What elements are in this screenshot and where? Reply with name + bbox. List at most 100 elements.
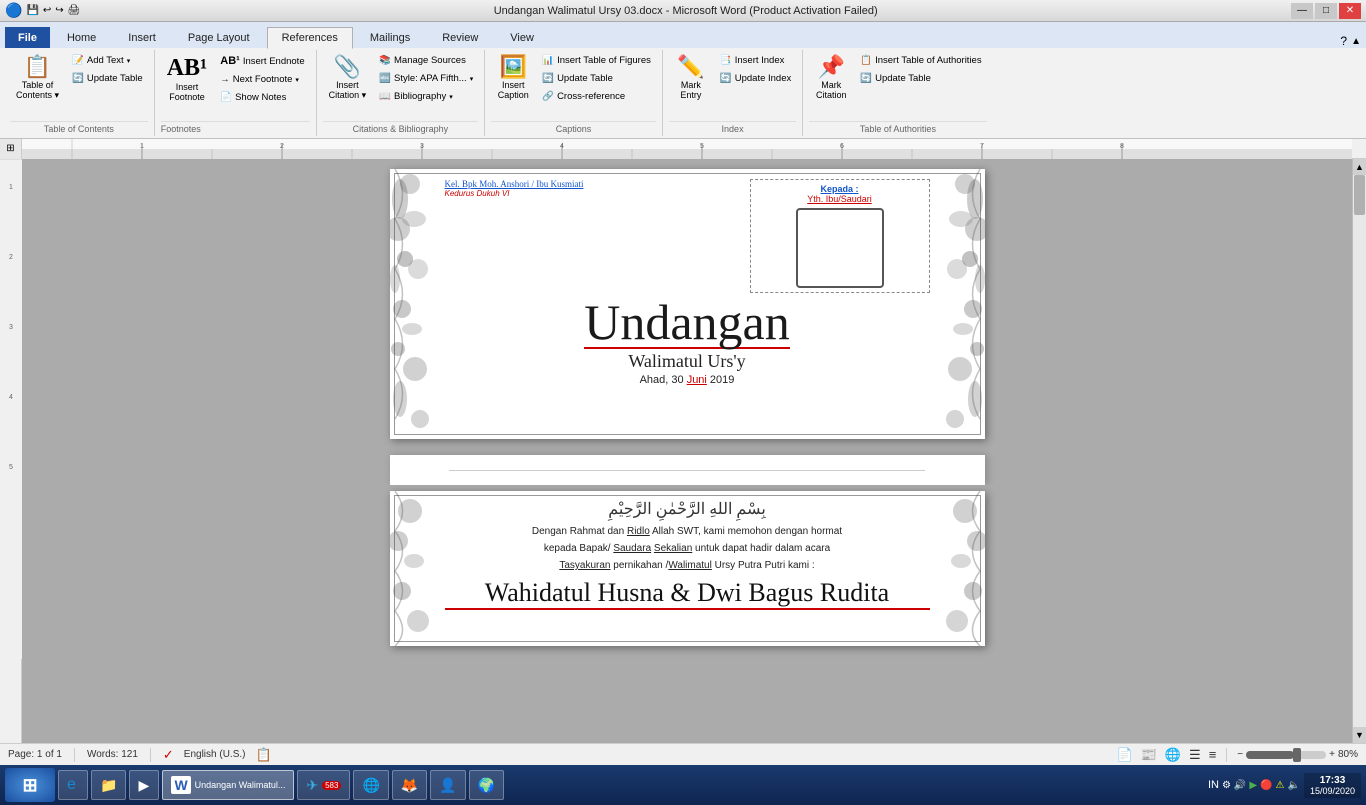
cross-reference-label: Cross-reference bbox=[557, 91, 625, 102]
cross-reference-button[interactable]: 🔗 Cross-reference bbox=[537, 88, 656, 105]
add-text-button[interactable]: 📝 Add Text ▾ bbox=[67, 52, 148, 69]
svg-text:5: 5 bbox=[700, 143, 704, 150]
spell-check-icon[interactable]: ✓ bbox=[163, 747, 174, 763]
tray-volume[interactable]: 🔈 bbox=[1288, 780, 1300, 791]
tab-mailings[interactable]: Mailings bbox=[355, 27, 425, 48]
captions-group-label: Captions bbox=[491, 121, 656, 134]
ruler-area: ⊞ 1 2 3 4 5 6 7 bbox=[0, 139, 1366, 159]
scroll-up-button[interactable]: ▲ bbox=[1353, 159, 1366, 175]
insert-caption-button[interactable]: 🖼️ InsertCaption bbox=[491, 52, 535, 104]
word-taskbar-icon: W bbox=[171, 776, 190, 794]
ribbon-group-toc: 📋 Table ofContents ▾ 📝 Add Text ▾ 🔄 Upda… bbox=[4, 50, 155, 136]
bibliography-button[interactable]: 📖 Bibliography ▾ bbox=[374, 88, 478, 105]
ribbon-content: 📋 Table ofContents ▾ 📝 Add Text ▾ 🔄 Upda… bbox=[0, 48, 1366, 138]
insert-footnote-button[interactable]: AB¹ InsertFootnote bbox=[161, 52, 214, 106]
insert-endnote-button[interactable]: AB¹ Insert Endnote bbox=[215, 52, 309, 70]
view-web[interactable]: 🌐 bbox=[1165, 747, 1181, 763]
taskbar-explorer[interactable]: 📁 bbox=[91, 770, 126, 800]
taskbar-telegram[interactable]: ✈ 583 bbox=[297, 770, 350, 800]
ribbon-group-captions: 🖼️ InsertCaption 📊 Insert Table of Figur… bbox=[485, 50, 663, 136]
mark-citation-button[interactable]: 📌 MarkCitation bbox=[809, 52, 853, 104]
tray-icon-3[interactable]: ▶ bbox=[1249, 780, 1257, 791]
scrollbar-track[interactable] bbox=[1353, 175, 1366, 727]
tray-icon-5[interactable]: ⚠ bbox=[1276, 780, 1285, 791]
zoom-in-button[interactable]: + bbox=[1329, 749, 1335, 760]
view-outline[interactable]: ☰ bbox=[1189, 747, 1201, 763]
update-index-button[interactable]: 🔄 Update Index bbox=[715, 70, 796, 87]
quick-access-save[interactable]: 💾 bbox=[26, 5, 38, 16]
quick-access-redo[interactable]: ↪ bbox=[55, 5, 63, 16]
mark-entry-button[interactable]: ✏️ MarkEntry bbox=[669, 52, 713, 104]
zoom-controls[interactable]: − + 80% bbox=[1237, 749, 1358, 760]
style-button[interactable]: 🔤 Style: APA Fifth... ▾ bbox=[374, 70, 478, 87]
view-print[interactable]: 📄 bbox=[1116, 747, 1132, 763]
scroll-down-button[interactable]: ▼ bbox=[1353, 727, 1366, 743]
quick-access-undo[interactable]: ↩ bbox=[43, 5, 51, 16]
update-table-captions-button[interactable]: 🔄 Update Table bbox=[537, 70, 656, 87]
quick-access-print[interactable]: 🖨 bbox=[68, 5, 81, 16]
ribbon-group-toc-inner: 📋 Table ofContents ▾ 📝 Add Text ▾ 🔄 Upda… bbox=[10, 52, 148, 119]
update-table-button[interactable]: 🔄 Update Table bbox=[67, 70, 148, 87]
kepada-value: Yth. Ibu/Saudari bbox=[759, 194, 921, 204]
style-label: Style: APA Fifth... bbox=[394, 73, 467, 84]
taskbar-firefox[interactable]: 🦊 bbox=[392, 770, 427, 800]
taskbar-ie[interactable]: e bbox=[58, 770, 88, 800]
close-button[interactable]: ✕ bbox=[1339, 3, 1361, 19]
taskbar-user[interactable]: 👤 bbox=[430, 770, 465, 800]
tab-insert[interactable]: Insert bbox=[113, 27, 171, 48]
tab-review[interactable]: Review bbox=[427, 27, 493, 48]
minimize-button[interactable]: — bbox=[1291, 3, 1313, 19]
tray-icon-1[interactable]: ⚙ bbox=[1222, 780, 1231, 791]
tab-home[interactable]: Home bbox=[52, 27, 111, 48]
show-notes-button[interactable]: 📄 Show Notes bbox=[215, 89, 309, 106]
zoom-out-button[interactable]: − bbox=[1237, 749, 1243, 760]
tray-network[interactable]: IN bbox=[1208, 779, 1219, 791]
taskbar-chrome[interactable]: 🌐 bbox=[353, 770, 388, 800]
insert-table-figures-button[interactable]: 📊 Insert Table of Figures bbox=[537, 52, 656, 69]
update-index-icon: 🔄 bbox=[720, 73, 732, 84]
ruler-corner[interactable]: ⊞ bbox=[0, 139, 22, 159]
ribbon-minimize[interactable]: ▲ bbox=[1351, 36, 1361, 47]
svg-text:6: 6 bbox=[840, 143, 844, 150]
taskbar-word[interactable]: W Undangan Walimatul... bbox=[162, 770, 294, 800]
tab-references[interactable]: References bbox=[267, 27, 353, 49]
maximize-button[interactable]: □ bbox=[1315, 3, 1337, 19]
insert-table-authorities-button[interactable]: 📋 Insert Table of Authorities bbox=[855, 52, 986, 69]
invitation-title-block: Undangan bbox=[445, 297, 930, 349]
language-status[interactable]: English (U.S.) bbox=[184, 749, 246, 760]
tray-icon-4[interactable]: 🔴 bbox=[1260, 780, 1272, 791]
update-table-authorities-button[interactable]: 🔄 Update Table bbox=[855, 70, 986, 87]
bibliography-icon: 📖 bbox=[379, 91, 391, 102]
taskbar-network[interactable]: 🌍 bbox=[469, 770, 504, 800]
insert-index-label: Insert Index bbox=[735, 55, 785, 66]
scroll-area[interactable]: Kel. Bpk Moh. Anshori / Ibu Kusmiati Ked… bbox=[22, 159, 1352, 743]
view-draft[interactable]: ≡ bbox=[1209, 747, 1217, 762]
insert-citation-button[interactable]: 📎 InsertCitation ▾ bbox=[323, 52, 373, 105]
zoom-handle[interactable] bbox=[1293, 748, 1301, 762]
zoom-level[interactable]: 80% bbox=[1338, 749, 1358, 760]
tab-page-layout[interactable]: Page Layout bbox=[173, 27, 265, 48]
style-icon: 🔤 bbox=[379, 73, 391, 84]
next-footnote-button[interactable]: → Next Footnote ▾ bbox=[215, 71, 309, 88]
update-captions-icon: 🔄 bbox=[542, 73, 554, 84]
vertical-scrollbar[interactable]: ▲ ▼ bbox=[1352, 159, 1366, 743]
start-button[interactable]: ⊞ bbox=[5, 768, 55, 802]
table-of-contents-button[interactable]: 📋 Table ofContents ▾ bbox=[10, 52, 65, 105]
citations-small-btns: 📚 Manage Sources 🔤 Style: APA Fifth... ▾… bbox=[374, 52, 478, 105]
insert-index-button[interactable]: 📑 Insert Index bbox=[715, 52, 796, 69]
tab-view[interactable]: View bbox=[495, 27, 549, 48]
tab-file[interactable]: File bbox=[5, 27, 50, 48]
taskbar-clock[interactable]: 17:33 15/09/2020 bbox=[1304, 773, 1361, 798]
taskbar-media[interactable]: ▶ bbox=[129, 770, 159, 800]
footnote-icon: AB¹ bbox=[167, 56, 208, 80]
track-changes-icon[interactable]: 📋 bbox=[255, 747, 271, 763]
tray-icon-2[interactable]: 🔊 bbox=[1234, 780, 1246, 791]
zoom-slider[interactable] bbox=[1246, 751, 1326, 759]
windows-logo: ⊞ bbox=[22, 775, 37, 796]
view-full[interactable]: 📰 bbox=[1141, 747, 1157, 763]
update-auth-icon: 🔄 bbox=[860, 73, 872, 84]
ribbon-help[interactable]: ? bbox=[1340, 34, 1347, 48]
manage-sources-button[interactable]: 📚 Manage Sources bbox=[374, 52, 478, 69]
scrollbar-thumb[interactable] bbox=[1354, 175, 1365, 215]
status-sep-1 bbox=[74, 748, 75, 762]
